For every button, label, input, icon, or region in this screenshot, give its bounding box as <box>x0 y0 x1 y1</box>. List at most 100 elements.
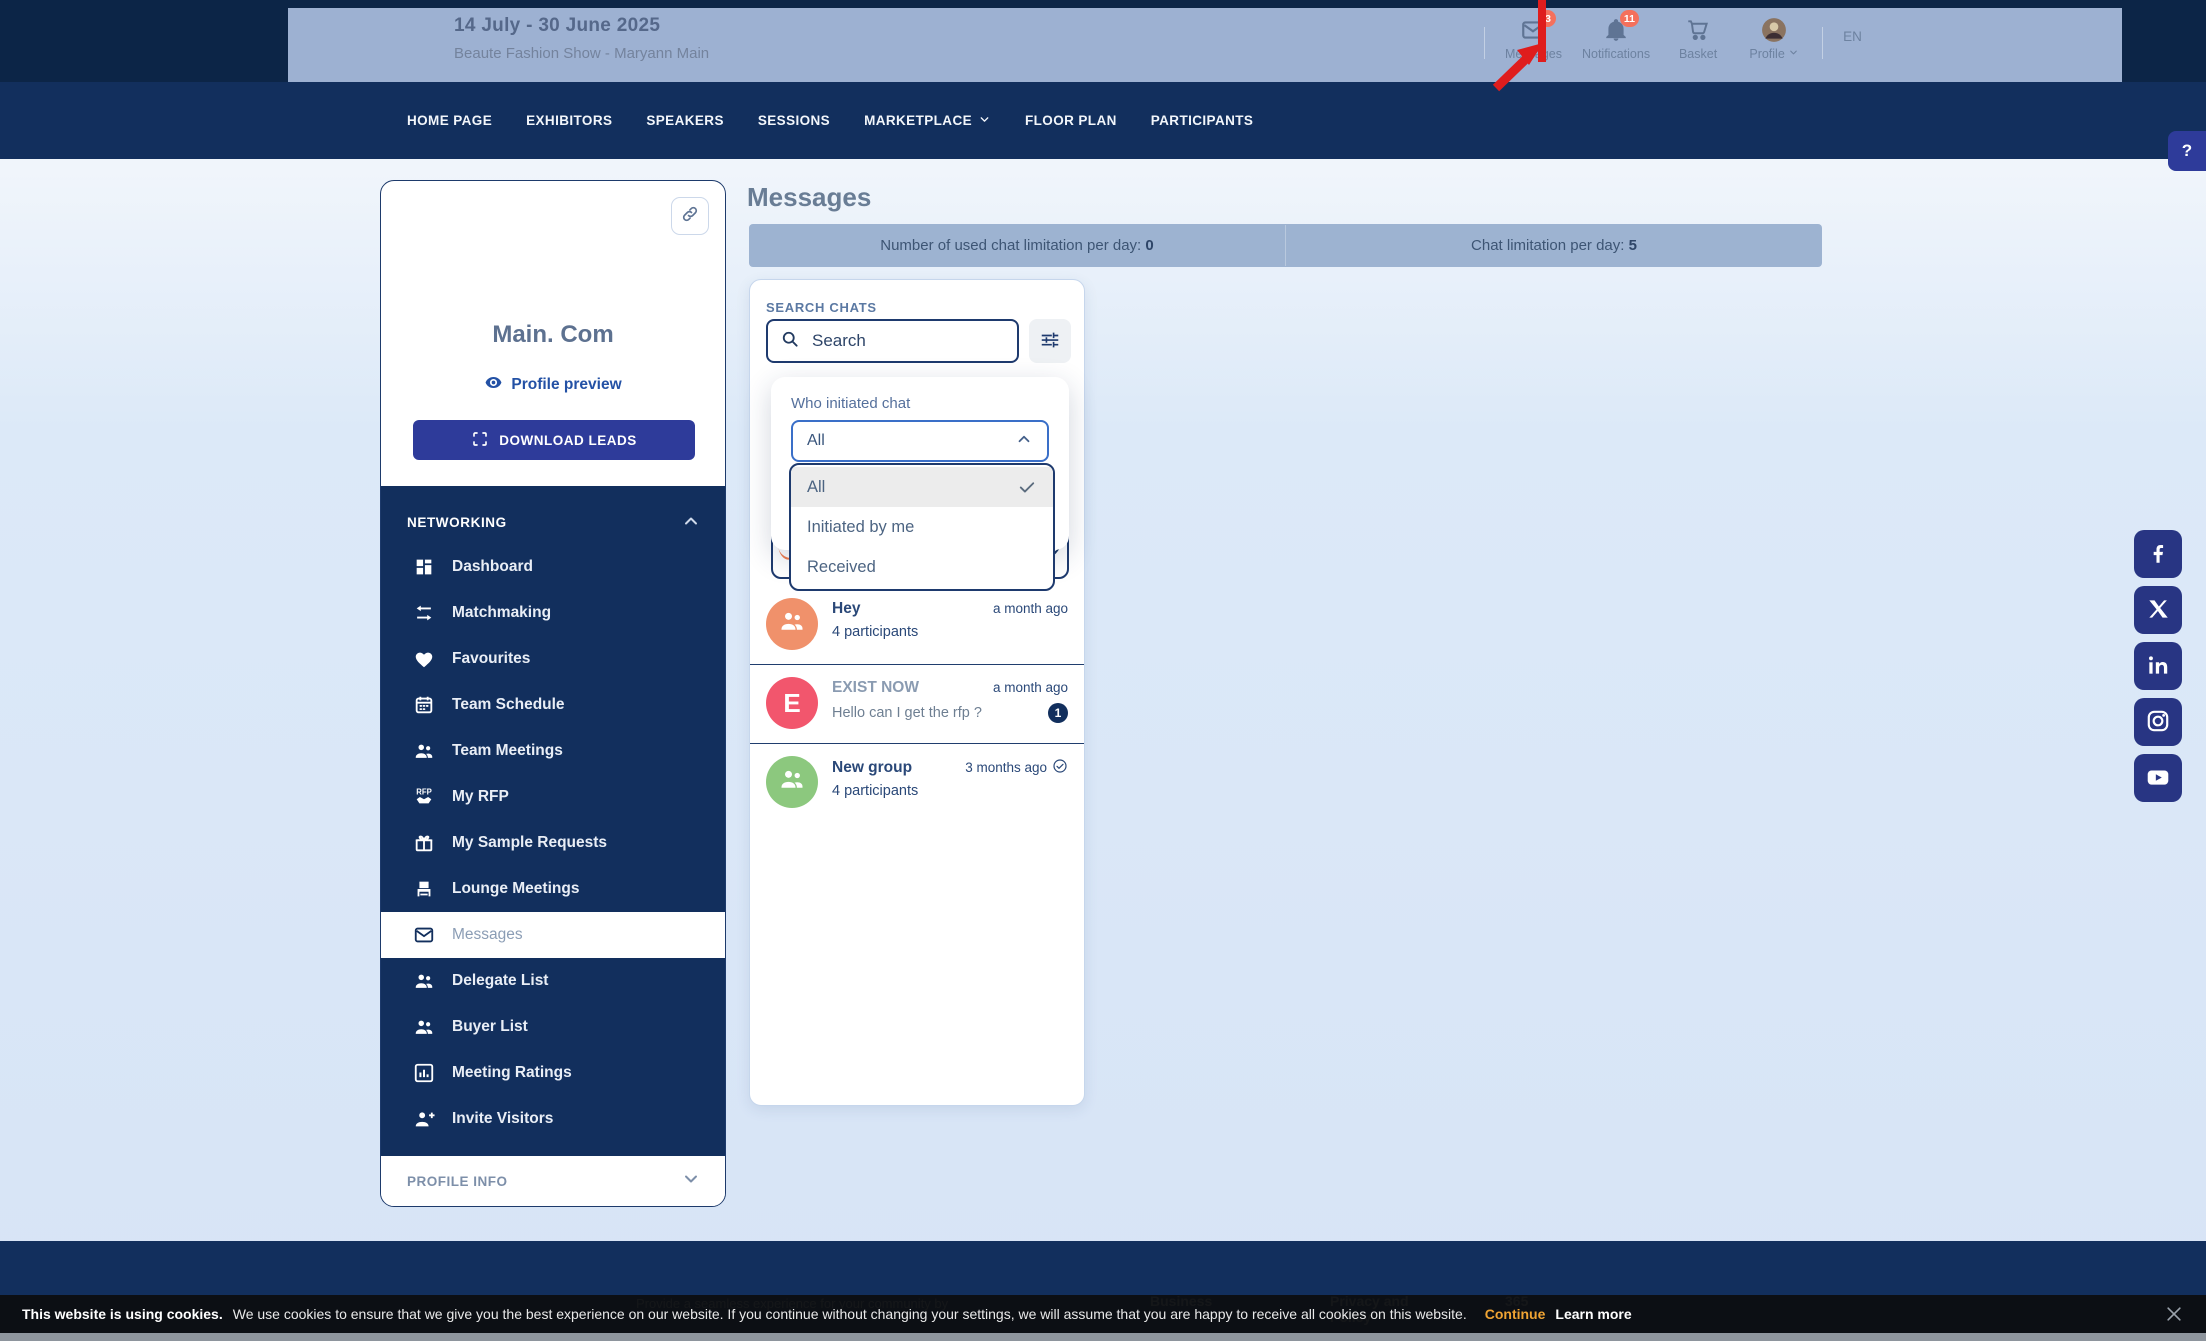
profile-info-label: PROFILE INFO <box>407 1174 508 1189</box>
networking-section: NETWORKING Dashboard Matchmaking <box>381 486 725 1158</box>
sidebar-item[interactable]: Buyer List <box>381 1004 725 1050</box>
header-action[interactable]: Basket <box>1670 17 1726 61</box>
social-button[interactable] <box>2134 754 2182 802</box>
header-action-icon <box>1603 30 1629 47</box>
sidebar-item-icon <box>413 832 435 854</box>
sidebar-item-icon <box>413 556 435 578</box>
nav-item[interactable]: SESSIONS <box>758 113 830 129</box>
chat-list-item[interactable]: E EXIST NOW a month ago He <box>750 665 1084 744</box>
link-icon <box>680 204 700 229</box>
download-leads-button[interactable]: DOWNLOAD LEADS <box>413 420 695 460</box>
nav-item[interactable]: SPEAKERS <box>646 113 723 129</box>
chat-list-item[interactable]: Hey a month ago 4 participants <box>750 586 1084 665</box>
nav-item[interactable]: HOME PAGE <box>407 113 492 129</box>
header-action[interactable]: 3 Messages <box>1505 17 1562 61</box>
nav-item[interactable]: MARKETPLACE <box>864 113 991 129</box>
language-selector[interactable]: EN <box>1843 29 1862 44</box>
sidebar-item-label: My RFP <box>452 788 509 806</box>
notification-badge: 3 <box>1539 10 1556 27</box>
copy-link-button[interactable] <box>671 197 709 235</box>
sidebar-item[interactable]: My Sample Requests <box>381 820 725 866</box>
header-action[interactable]: 11 Notifications <box>1582 17 1650 61</box>
social-links <box>2134 530 2182 802</box>
sidebar-item-icon <box>413 648 435 670</box>
dropdown-option[interactable]: All <box>791 467 1053 507</box>
close-icon[interactable] <box>2164 1304 2184 1324</box>
dropdown-option-label: All <box>807 478 825 497</box>
sidebar-item[interactable]: Team Meetings <box>381 728 725 774</box>
seen-check-icon <box>1052 758 1068 777</box>
eye-icon <box>484 373 503 397</box>
sidebar-item[interactable]: Invite Visitors <box>381 1096 725 1142</box>
nav-item[interactable]: FLOOR PLAN <box>1025 113 1117 129</box>
sidebar-item[interactable]: RFP My RFP <box>381 774 725 820</box>
sidebar-item-label: Meeting Ratings <box>452 1064 572 1082</box>
chat-avatar <box>766 598 818 650</box>
top-bar: 14 July - 30 June 2025 Beaute Fashion Sh… <box>0 0 2206 82</box>
profile-preview-link[interactable]: Profile preview <box>381 373 725 397</box>
main-nav: HOME PAGE EXHIBITORS SPEAKERS SESSIONS <box>0 82 2206 159</box>
nav-item[interactable]: EXHIBITORS <box>526 113 612 129</box>
social-button[interactable] <box>2134 698 2182 746</box>
sidebar-item[interactable]: Matchmaking <box>381 590 725 636</box>
sidebar-item[interactable]: Favourites <box>381 636 725 682</box>
cookie-banner: This website is using cookies. We use co… <box>0 1295 2206 1333</box>
event-name: Beaute Fashion Show - Maryann Main <box>454 45 709 62</box>
networking-header[interactable]: NETWORKING <box>381 486 725 544</box>
social-button[interactable] <box>2134 642 2182 690</box>
sidebar-item[interactable]: Delegate List <box>381 958 725 1004</box>
scan-icon <box>471 430 489 451</box>
chat-limit-value: 5 <box>1629 237 1637 254</box>
header-action-label: Messages <box>1505 47 1562 61</box>
social-button[interactable] <box>2134 530 2182 578</box>
cookie-banner-text: We use cookies to ensure that we give yo… <box>233 1306 1467 1322</box>
chat-limit: Chat limitation per day: 5 <box>1286 237 1822 254</box>
sidebar-item[interactable]: Team Schedule <box>381 682 725 728</box>
search-icon <box>780 329 800 354</box>
search-chats-label: SEARCH CHATS <box>766 300 877 315</box>
notification-badge: 11 <box>1620 10 1639 27</box>
dropdown-option[interactable]: Received <box>791 547 1053 587</box>
chat-list-item[interactable]: New group 3 months ago 4 participants <box>750 744 1084 822</box>
selected-option-value: All <box>807 432 825 450</box>
filter-options-dropdown: All Initiated by me Received <box>789 463 1055 591</box>
chat-subtitle: 4 participants <box>832 624 918 640</box>
sidebar-item-label: Messages <box>452 926 523 944</box>
nav-item[interactable]: PARTICIPANTS <box>1151 113 1254 129</box>
chat-search-box <box>766 319 1019 363</box>
sidebar-item[interactable]: Lounge Meetings <box>381 866 725 912</box>
sidebar-item-label: Matchmaking <box>452 604 551 622</box>
nav-item-label: MARKETPLACE <box>864 113 972 128</box>
filter-button[interactable] <box>1029 319 1071 363</box>
who-initiated-chat-select[interactable]: All <box>791 420 1049 462</box>
chat-search-input[interactable] <box>812 331 1005 351</box>
sidebar-item-icon <box>413 878 435 900</box>
sidebar-item-icon <box>413 602 435 624</box>
sidebar-item-icon <box>413 970 435 992</box>
profile-info-section[interactable]: PROFILE INFO <box>381 1156 725 1206</box>
sidebar-item-icon <box>413 1062 435 1084</box>
help-button[interactable]: ? <box>2168 131 2206 171</box>
social-icon <box>2145 764 2171 793</box>
profile-preview-label: Profile preview <box>511 376 621 394</box>
dropdown-option[interactable]: Initiated by me <box>791 507 1053 547</box>
nav-item-label: HOME PAGE <box>407 113 492 128</box>
chat-title: EXIST NOW <box>832 679 919 697</box>
cookie-learn-more-link[interactable]: Learn more <box>1555 1306 1631 1322</box>
sidebar-item-icon <box>413 740 435 762</box>
cookie-continue-button[interactable]: Continue <box>1485 1306 1546 1322</box>
sidebar-item[interactable]: Meeting Ratings <box>381 1050 725 1096</box>
social-button[interactable] <box>2134 586 2182 634</box>
header-action-icon <box>1685 30 1711 47</box>
sidebar-item-label: Favourites <box>452 650 530 668</box>
header-action[interactable]: Profile <box>1746 17 1802 61</box>
chat-timestamp: a month ago <box>993 601 1068 616</box>
chat-subtitle: 4 participants <box>832 783 918 799</box>
sidebar-item[interactable]: Dashboard <box>381 544 725 590</box>
used-chat-limit: Number of used chat limitation per day: … <box>749 237 1285 254</box>
social-icon <box>2145 596 2171 625</box>
filter-sliders-icon <box>1039 329 1061 354</box>
sidebar-item[interactable]: Messages <box>381 912 725 958</box>
chat-timestamp: a month ago <box>993 680 1068 695</box>
nav-item-label: FLOOR PLAN <box>1025 113 1117 128</box>
